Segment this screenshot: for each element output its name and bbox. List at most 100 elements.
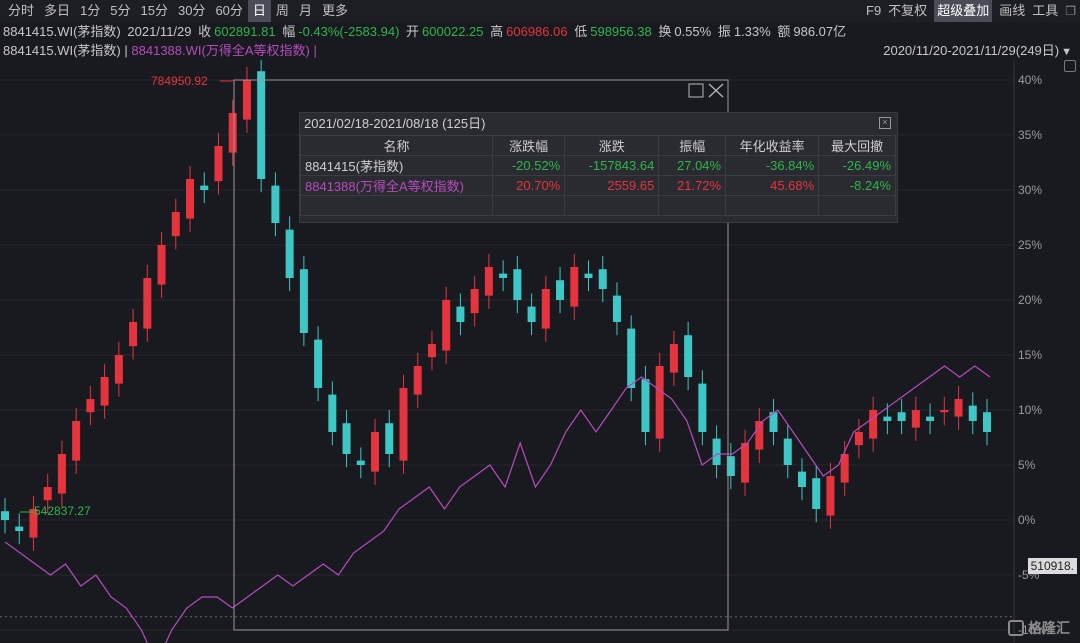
table-row[interactable]: 8841415(茅指数) -20.52% -157843.64 27.04% -… [300, 155, 896, 176]
candle-body [669, 344, 678, 373]
candle-body [897, 412, 906, 421]
cell-maxdd: -8.24% [818, 175, 896, 196]
col-header: 涨跌 [564, 135, 660, 156]
candle-body [541, 289, 550, 329]
period-tab[interactable]: 日 [247, 0, 271, 22]
legend-series-1[interactable]: 8841415.WI(茅指数) [3, 43, 121, 58]
stats-table: 名称 涨跌幅 涨跌 振幅 年化收益率 最大回撤 8841415(茅指数) -20… [300, 135, 896, 216]
empty-cell [658, 195, 727, 216]
candle-body [356, 460, 365, 465]
candle-body [285, 229, 294, 278]
candle-body [940, 410, 949, 413]
candle-body [570, 267, 579, 307]
candle-body [470, 289, 479, 314]
period-tab[interactable]: 30分 [173, 0, 210, 22]
candle-body [983, 412, 991, 432]
candle-body [100, 377, 109, 406]
tool-button[interactable]: 画线 [999, 0, 1025, 22]
empty-cell [564, 195, 660, 216]
candle-body [171, 212, 180, 237]
candle-body [371, 432, 380, 472]
candle-body [712, 438, 721, 465]
date-range-selector[interactable]: 2020/11/20-2021/11/29(249日) ▼ [883, 42, 1072, 60]
close-icon[interactable]: × [879, 117, 891, 129]
candle-body [342, 423, 351, 454]
low-value: 598956.38 [590, 24, 652, 39]
current-price-tag: 510918. [1027, 558, 1077, 574]
candle-body [242, 80, 251, 120]
empty-cell [818, 195, 896, 216]
candle-body [741, 443, 750, 483]
candle-body [456, 306, 465, 322]
candle-body [812, 478, 821, 509]
quote-date: 2021/11/29 [127, 24, 192, 39]
candle-body [869, 410, 878, 439]
candle-body [257, 71, 266, 179]
y-tick-label: 15% [1018, 348, 1042, 362]
period-tab[interactable]: 多日 [39, 0, 75, 22]
maximize-icon [688, 83, 704, 98]
candle-body [385, 423, 394, 454]
period-tab[interactable]: 更多 [317, 0, 353, 22]
tool-button[interactable]: 超级叠加 [934, 0, 993, 22]
candle-body [556, 280, 565, 300]
candle-body [968, 405, 977, 421]
period-tab[interactable]: 月 [294, 0, 317, 22]
window-icon[interactable]: ❐ [1065, 0, 1076, 22]
tool-button[interactable]: 不复权 [888, 0, 927, 22]
turnover-label: 换 [658, 24, 672, 39]
amount-label: 额 [777, 24, 791, 39]
candle-body [314, 339, 323, 388]
candle-body [186, 179, 195, 219]
col-header: 振幅 [658, 135, 727, 156]
candle-body [698, 383, 707, 432]
candle-body [57, 454, 66, 494]
candle-body [954, 399, 963, 417]
dropdown-arrow-icon: ▼ [1061, 46, 1072, 58]
legend-series-2[interactable]: 8841388.WI(万得全A等权指数) [131, 43, 309, 58]
row-name: 8841415(茅指数) [300, 155, 493, 176]
candle-body [527, 306, 536, 322]
candle-body [612, 295, 621, 322]
period-tab[interactable]: 分时 [3, 0, 39, 22]
cell-chg: -157843.64 [564, 155, 660, 176]
cell-annual: -36.84% [725, 155, 820, 176]
candle-body [783, 438, 792, 465]
period-tab[interactable]: 15分 [136, 0, 173, 22]
max-price-label: 784950.92 [151, 74, 208, 88]
candle-body [271, 185, 280, 223]
period-tab[interactable]: 60分 [210, 0, 247, 22]
tool-button[interactable]: 工具 [1032, 0, 1058, 22]
cell-amp: 27.04% [658, 155, 727, 176]
candle-body [143, 278, 152, 329]
open-value: 600022.25 [422, 24, 484, 39]
candle-body [655, 366, 664, 439]
candle-body [442, 300, 451, 351]
period-tab[interactable]: 1分 [75, 0, 105, 22]
candle-body [926, 416, 935, 421]
y-tick-label: 40% [1018, 73, 1042, 87]
y-tick-label: 20% [1018, 293, 1042, 307]
quote-code: 8841415.WI(茅指数) [3, 24, 121, 39]
table-row[interactable]: 8841388(万得全A等权指数) 20.70% 2559.65 21.72% … [300, 175, 896, 196]
candle-body [911, 410, 920, 428]
period-tab[interactable]: 5分 [105, 0, 135, 22]
tool-button[interactable]: F9 [866, 0, 881, 22]
stats-header-row: 名称 涨跌幅 涨跌 振幅 年化收益率 最大回撤 [300, 135, 896, 156]
amplitude-label: 振 [717, 24, 731, 39]
candle-body [157, 245, 166, 285]
candle-body [854, 432, 863, 446]
row-name: 8841388(万得全A等权指数) [300, 175, 493, 196]
cell-annual: 45.68% [725, 175, 820, 196]
cell-maxdd: -26.49% [818, 155, 896, 176]
period-tab[interactable]: 周 [271, 0, 294, 22]
empty-cell [725, 195, 820, 216]
open-label: 开 [406, 24, 420, 39]
candle-body [598, 269, 607, 289]
cell-chg-pct: 20.70% [491, 175, 566, 196]
empty-cell [491, 195, 566, 216]
candle-body [513, 269, 522, 300]
right-tools: F9 不复权 超级叠加 画线 工具 ❐ [859, 0, 1076, 22]
col-header: 涨跌幅 [491, 135, 566, 156]
candle-body [43, 487, 52, 501]
